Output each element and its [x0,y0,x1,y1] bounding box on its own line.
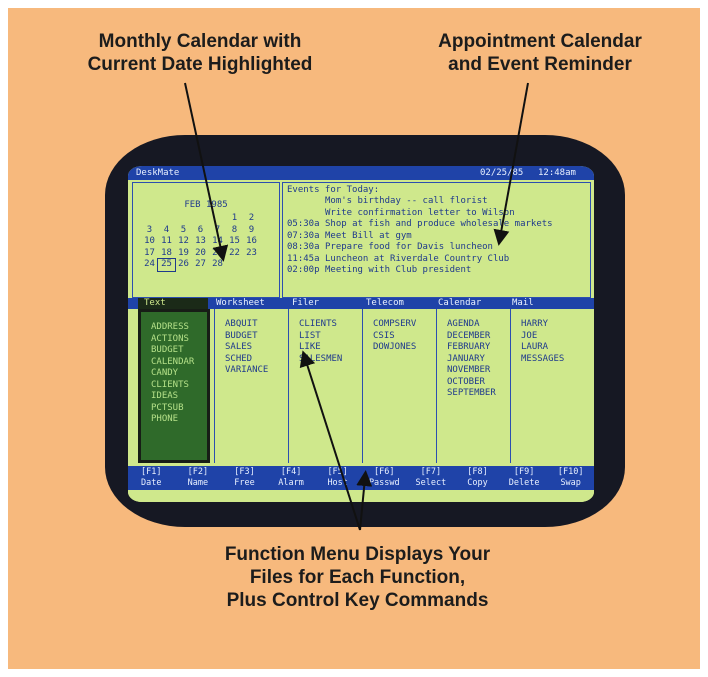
calendar-callout-arrow [184,82,229,262]
callout-arrows [184,82,529,531]
function-menu-callout-arrow-right [356,470,373,531]
function-menu-callout-arrow-left [299,350,361,531]
appointment-callout-arrow [493,82,529,246]
